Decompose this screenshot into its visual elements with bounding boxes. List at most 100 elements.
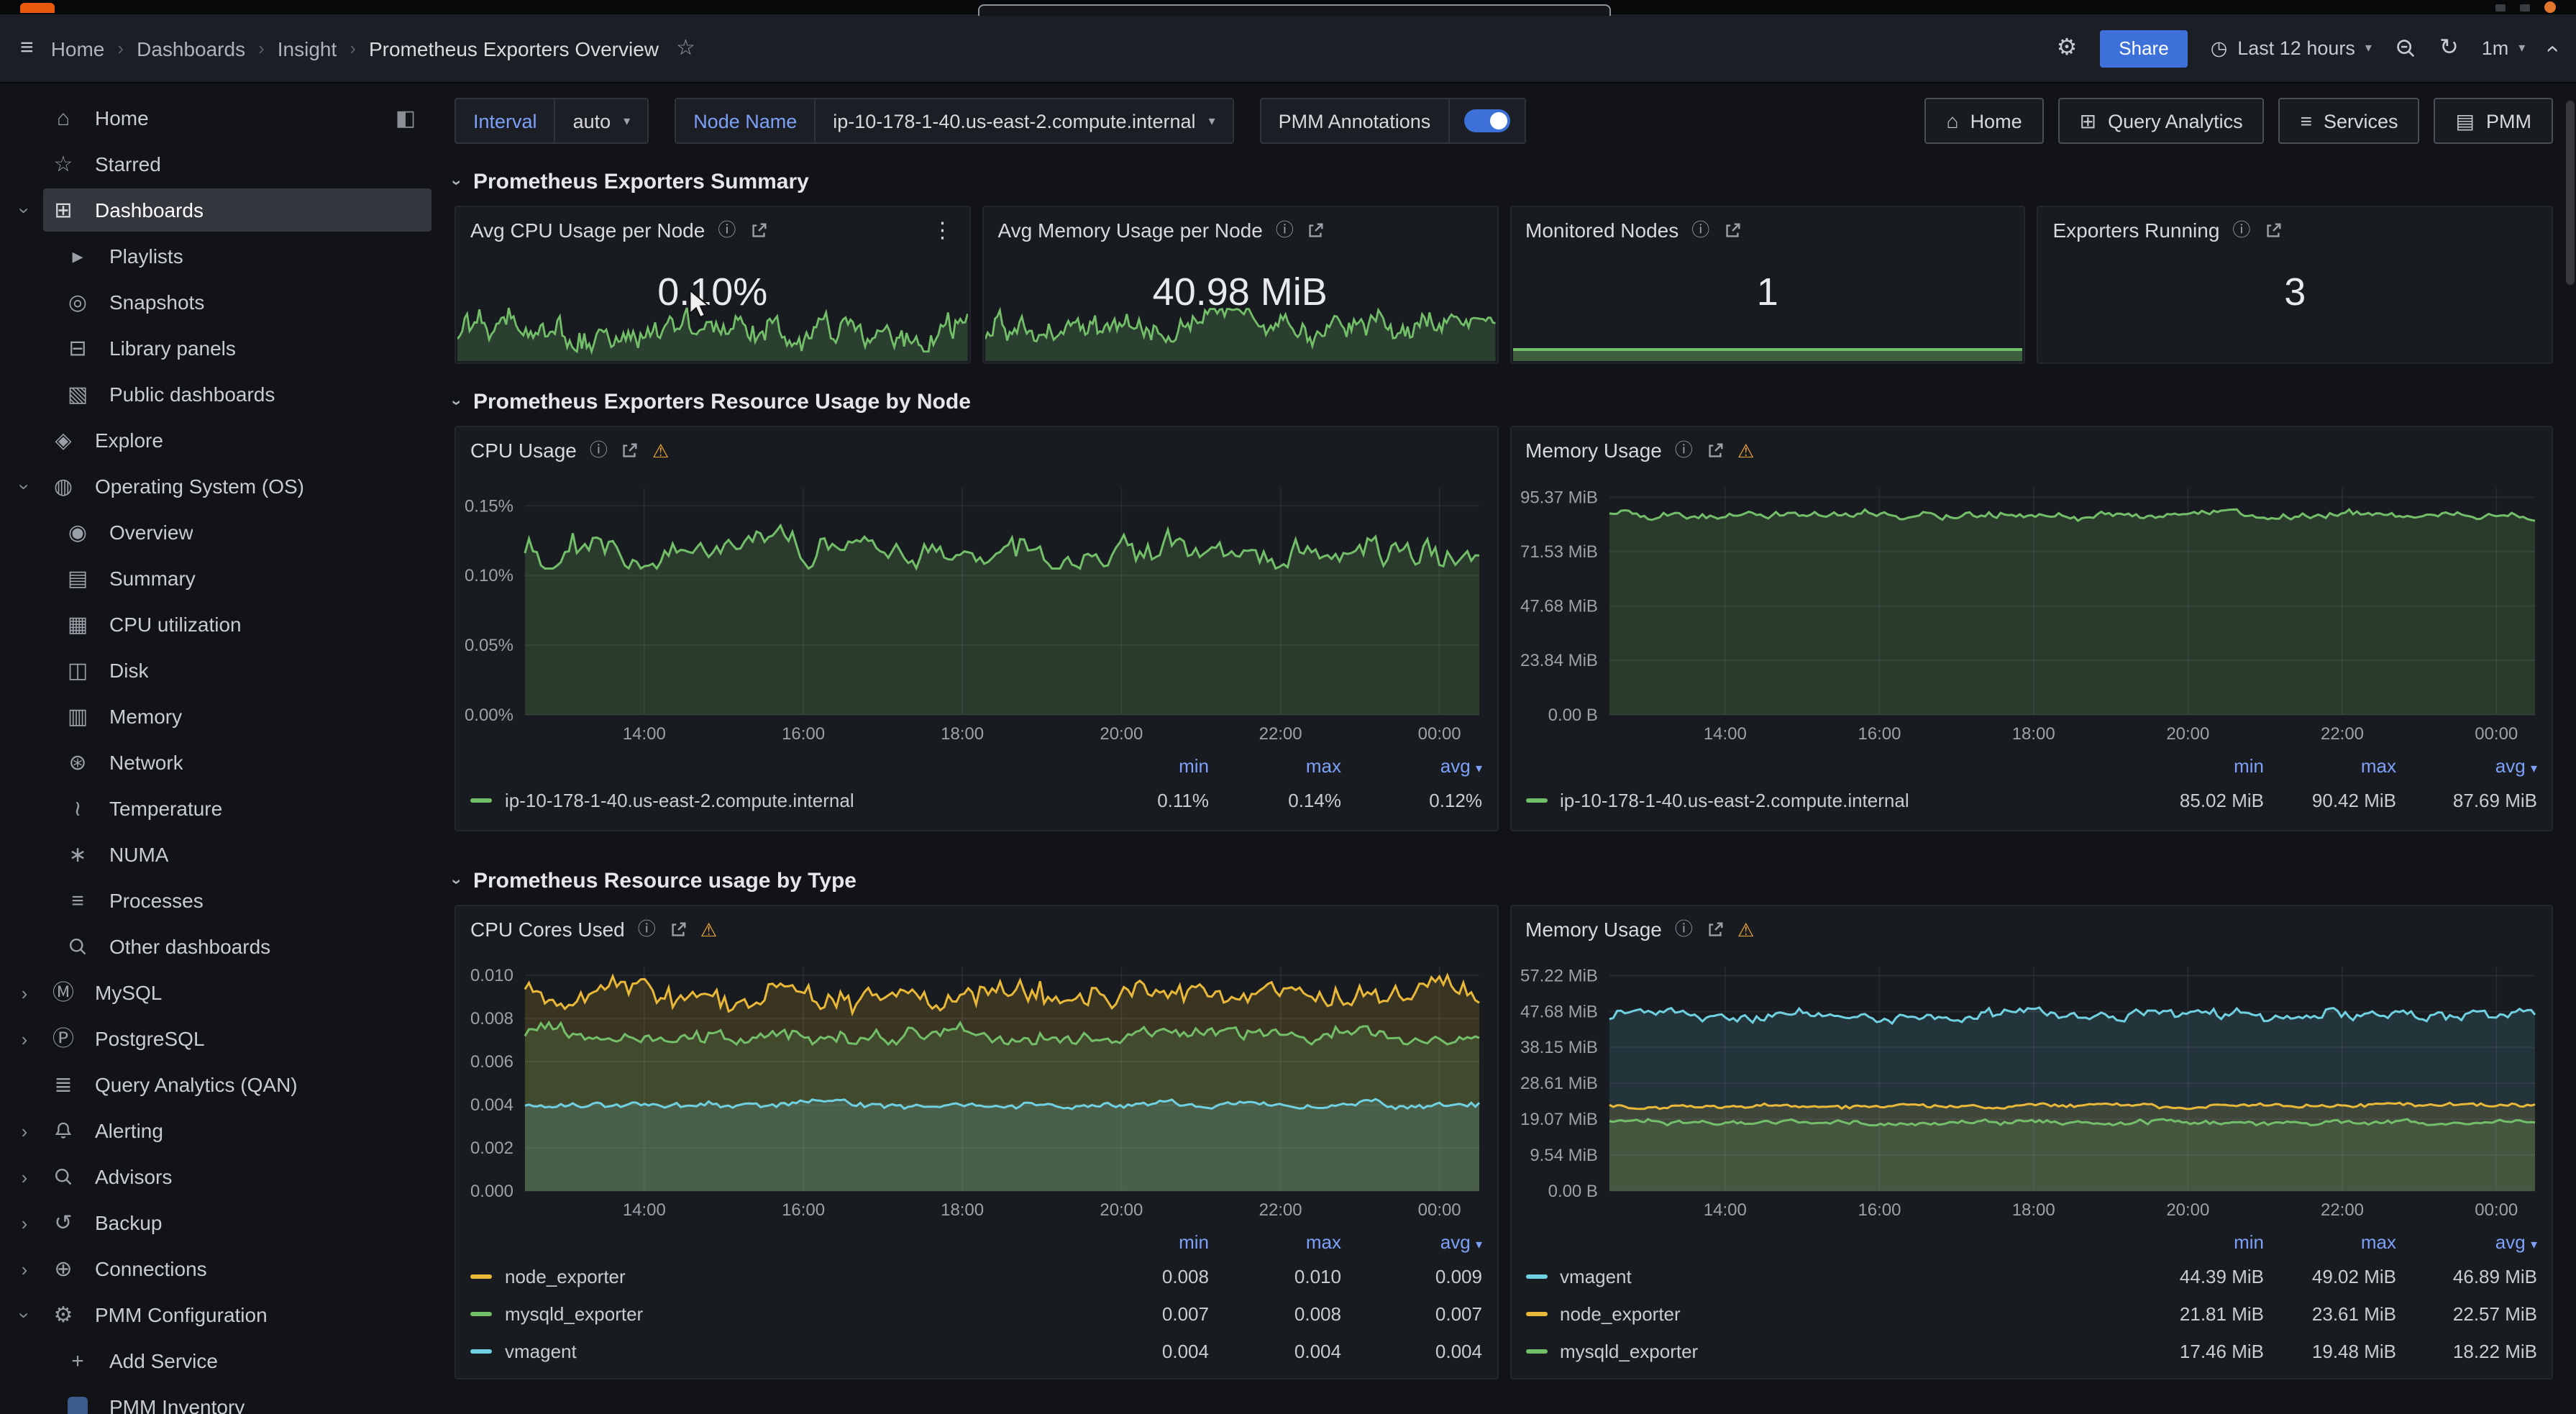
external-link-icon[interactable]: [2263, 221, 2282, 240]
external-link-icon[interactable]: [749, 221, 767, 240]
warning-icon[interactable]: ⚠: [1737, 920, 1754, 939]
sidebar-item-advisors[interactable]: ›Advisors: [0, 1154, 440, 1200]
toolbar-button-pmm[interactable]: ▤PMM: [2434, 98, 2553, 144]
chevron-down-icon[interactable]: ›: [0, 199, 49, 221]
sidebar-item-pmm-configuration[interactable]: ›⚙PMM Configuration: [0, 1292, 440, 1338]
sidebar-item-network[interactable]: ⊛Network: [0, 739, 440, 785]
series-toggle[interactable]: node_exporter: [1525, 1303, 2132, 1324]
sidebar-item-disk[interactable]: ◫Disk: [0, 647, 440, 693]
sidebar-item-processes[interactable]: ≡Processes: [0, 877, 440, 923]
panel-title[interactable]: CPU Cores Used: [470, 918, 625, 941]
time-range-picker[interactable]: ◷ Last 12 hours ▾: [2211, 37, 2372, 60]
pmm-annotations-toggle[interactable]: [1463, 109, 1509, 132]
dashboard-settings-button[interactable]: ⚙: [2057, 37, 2078, 60]
panel-title[interactable]: Memory Usage: [1525, 918, 1662, 941]
legend-col-avg[interactable]: avg ▾: [1341, 754, 1482, 776]
legend-col-max[interactable]: max: [2264, 754, 2396, 776]
external-link-icon[interactable]: [669, 920, 688, 939]
info-icon[interactable]: ⓘ: [1675, 921, 1693, 939]
browser-avatar[interactable]: [2544, 1, 2556, 13]
sidebar-item-pmm-inventory[interactable]: PMM Inventory: [0, 1384, 440, 1414]
info-icon[interactable]: ⓘ: [1675, 442, 1693, 460]
legend-col-max[interactable]: max: [2264, 1231, 2396, 1252]
panel-title[interactable]: Memory Usage: [1525, 439, 1662, 462]
sidebar-item-overview[interactable]: ◉Overview: [0, 509, 440, 555]
info-icon[interactable]: ⓘ: [590, 442, 608, 460]
chevron-down-icon[interactable]: ›: [0, 475, 49, 497]
memory-usage-by-type-chart[interactable]: 57.22 MiB47.68 MiB38.15 MiB28.61 MiB19.0…: [1511, 952, 2552, 1226]
warning-icon[interactable]: ⚠: [652, 441, 669, 460]
panel-menu-icon[interactable]: ⋮: [932, 217, 955, 243]
legend-col-min[interactable]: min: [2132, 754, 2264, 776]
series-toggle[interactable]: mysqld_exporter: [1525, 1340, 2132, 1361]
browser-toolbar-icon[interactable]: [2520, 4, 2530, 11]
menu-toggle-button[interactable]: ≡: [20, 37, 34, 60]
sidebar-item-cpu-utilization[interactable]: ▦CPU utilization: [0, 601, 440, 647]
external-link-icon[interactable]: [621, 441, 639, 460]
sidebar-item-memory[interactable]: ▥Memory: [0, 693, 440, 739]
series-toggle[interactable]: node_exporter: [470, 1265, 1077, 1287]
legend-col-min[interactable]: min: [2132, 1231, 2264, 1252]
sidebar-item-query-analytics-qan[interactable]: ≣Query Analytics (QAN): [0, 1062, 440, 1108]
browser-address-bar[interactable]: [978, 4, 1611, 16]
sidebar-item-numa[interactable]: ∗NUMA: [0, 831, 440, 877]
chevron-right-icon[interactable]: ›: [0, 1258, 49, 1280]
panel-title[interactable]: Monitored Nodes: [1525, 219, 1678, 242]
sidebar-item-public-dashboards[interactable]: ▧Public dashboards: [0, 371, 440, 417]
section-summary-header[interactable]: › Prometheus Exporters Summary: [455, 170, 2553, 194]
panel-title[interactable]: CPU Usage: [470, 439, 577, 462]
chevron-right-icon[interactable]: ›: [0, 1166, 49, 1187]
external-link-icon[interactable]: [1706, 920, 1725, 939]
breadcrumb-item[interactable]: Insight: [278, 37, 337, 60]
toolbar-button-query-analytics[interactable]: ⊞Query Analytics: [2058, 98, 2265, 144]
legend-col-avg[interactable]: avg ▾: [2396, 754, 2537, 776]
sidebar-item-temperature[interactable]: ≀Temperature: [0, 785, 440, 831]
panel-title[interactable]: Avg CPU Usage per Node: [470, 219, 705, 242]
sidebar-item-postgresql[interactable]: ›ⓅPostgreSQL: [0, 1016, 440, 1062]
info-icon[interactable]: ⓘ: [718, 222, 736, 240]
chevron-right-icon[interactable]: ›: [0, 1120, 49, 1141]
sidebar-item-home[interactable]: ⌂Home◧: [0, 95, 440, 141]
sidebar-item-starred[interactable]: ☆Starred: [0, 141, 440, 187]
series-toggle[interactable]: mysqld_exporter: [470, 1303, 1077, 1324]
interval-select[interactable]: auto ▾: [556, 98, 649, 144]
dock-sidebar-icon[interactable]: ◧: [391, 107, 420, 129]
favorite-star-button[interactable]: ☆: [676, 37, 695, 59]
legend-col-avg[interactable]: avg ▾: [2396, 1231, 2537, 1252]
refresh-interval-picker[interactable]: 1m ▾: [2482, 37, 2526, 59]
sidebar-item-summary[interactable]: ▤Summary: [0, 555, 440, 601]
section-by-type-header[interactable]: › Prometheus Resource usage by Type: [455, 869, 2553, 893]
sidebar-item-operating-system-os[interactable]: ›◍Operating System (OS): [0, 463, 440, 509]
external-link-icon[interactable]: [1307, 221, 1325, 240]
memory-usage-chart[interactable]: 95.37 MiB71.53 MiB47.68 MiB23.84 MiB0.00…: [1511, 473, 2552, 749]
share-button[interactable]: Share: [2100, 29, 2187, 67]
sidebar-item-connections[interactable]: ›⊕Connections: [0, 1246, 440, 1292]
chevron-down-icon[interactable]: ›: [0, 1304, 49, 1326]
sidebar-item-snapshots[interactable]: ◎Snapshots: [0, 279, 440, 325]
external-link-icon[interactable]: [1722, 221, 1741, 240]
sidebar-item-alerting[interactable]: ›Alerting: [0, 1108, 440, 1154]
panel-title[interactable]: Exporters Running: [2053, 219, 2220, 242]
info-icon[interactable]: ⓘ: [1691, 222, 1709, 240]
cpu-cores-used-chart[interactable]: 0.0100.0080.0060.0040.0020.00014:0016:00…: [456, 952, 1497, 1226]
sidebar-item-mysql[interactable]: ›ⓂMySQL: [0, 970, 440, 1016]
sidebar-item-explore[interactable]: ◈Explore: [0, 417, 440, 463]
info-icon[interactable]: ⓘ: [2232, 222, 2250, 240]
external-link-icon[interactable]: [1706, 441, 1725, 460]
series-toggle[interactable]: vmagent: [470, 1340, 1077, 1361]
zoom-out-button[interactable]: [2395, 37, 2416, 59]
series-toggle[interactable]: vmagent: [1525, 1265, 2132, 1287]
legend-col-max[interactable]: max: [1209, 754, 1341, 776]
section-by-node-header[interactable]: › Prometheus Exporters Resource Usage by…: [455, 390, 2553, 414]
browser-toolbar-icon[interactable]: [2495, 4, 2506, 11]
breadcrumb-item[interactable]: Home: [51, 37, 105, 60]
breadcrumb-item[interactable]: Prometheus Exporters Overview: [369, 37, 659, 60]
sidebar-item-add-service[interactable]: +Add Service: [0, 1338, 440, 1384]
chevron-right-icon[interactable]: ›: [0, 982, 49, 1003]
chevron-right-icon[interactable]: ›: [0, 1028, 49, 1049]
legend-col-min[interactable]: min: [1077, 1231, 1209, 1252]
legend-col-min[interactable]: min: [1077, 754, 1209, 776]
collapse-nav-button[interactable]: ›: [2548, 37, 2556, 60]
chevron-right-icon[interactable]: ›: [0, 1212, 49, 1233]
toolbar-button-home[interactable]: ⌂Home: [1925, 98, 2044, 144]
